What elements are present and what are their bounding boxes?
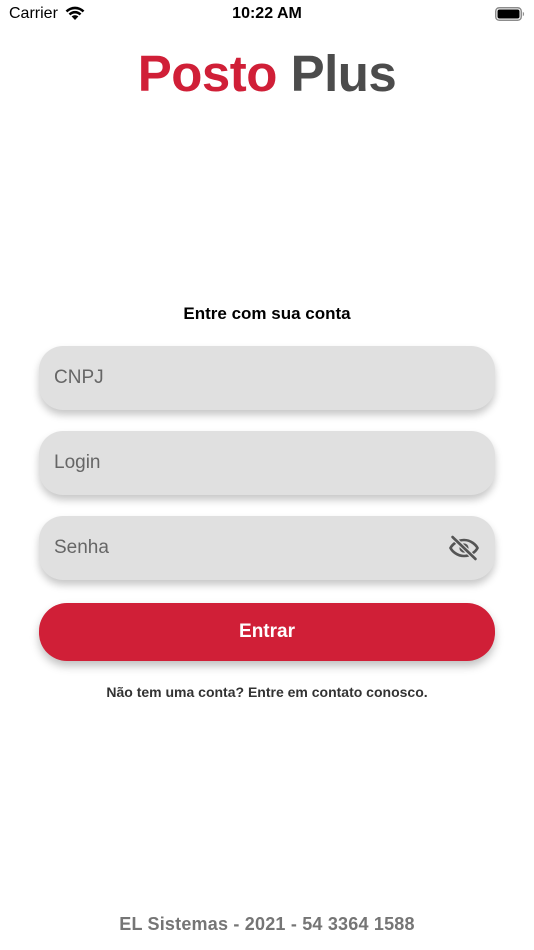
form-title: Entre com sua conta	[183, 304, 351, 323]
app-logo: Posto Plus	[0, 44, 534, 104]
password-field[interactable]	[39, 516, 495, 580]
login-field[interactable]	[39, 431, 495, 495]
logo-word-posto: Posto	[137, 45, 278, 102]
battery-icon	[495, 7, 525, 21]
cnpj-field[interactable]	[39, 346, 495, 410]
eye-off-icon[interactable]	[449, 534, 479, 562]
password-input[interactable]	[54, 516, 444, 580]
clock-time: 10:22 AM	[232, 5, 302, 22]
logo-word-plus: Plus	[290, 45, 397, 102]
cnpj-input[interactable]	[54, 346, 444, 410]
status-bar: Carrier 10:22 AM	[0, 0, 534, 28]
login-screen: Carrier 10:22 AM Posto Plus Entre com su…	[0, 0, 534, 950]
login-input[interactable]	[54, 431, 444, 495]
submit-button[interactable]: Entrar	[39, 603, 495, 661]
contact-signup-link[interactable]: Não tem uma conta? Entre em contato cono…	[0, 684, 534, 700]
footer-text: EL Sistemas - 2021 - 54 3364 1588	[119, 914, 415, 934]
